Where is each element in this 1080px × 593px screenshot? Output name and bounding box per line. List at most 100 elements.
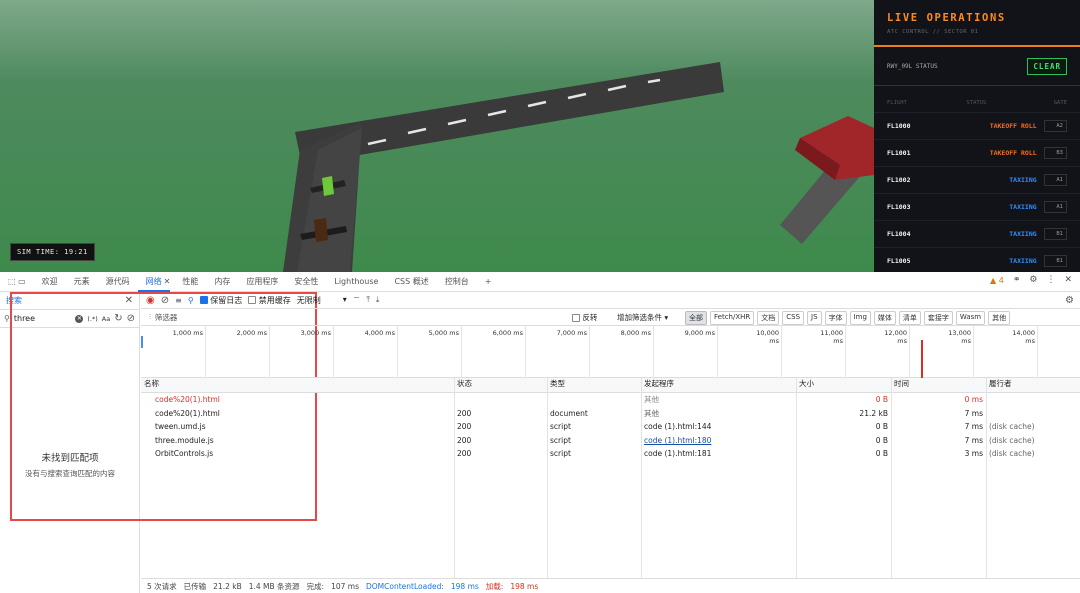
table-row[interactable]: code%20(1).html 200 document 其他 21.2 kB 7 ms xyxy=(141,407,1080,421)
gear-icon[interactable]: ⚙ xyxy=(1029,275,1037,285)
table-row[interactable]: tween.umd.js 200 script code (1).html:144 0 … xyxy=(141,420,1080,434)
cell-name: OrbitControls.js xyxy=(155,449,214,459)
timeline-gridline xyxy=(333,326,334,378)
devtools-tab[interactable]: 内存 xyxy=(206,276,238,287)
search-network-icon[interactable]: ⚲ xyxy=(188,296,194,305)
preserve-log-label: 保留日志 xyxy=(210,295,243,305)
device-toggle-icon[interactable]: ⬚ ▭ xyxy=(0,277,34,286)
col-initiator[interactable]: 发起程序 xyxy=(641,378,796,392)
ops-column-header: FLIGHT STATUS GATE xyxy=(874,86,1080,112)
col-gate: GATE xyxy=(1053,100,1067,106)
col-status[interactable]: 状态 xyxy=(454,378,547,392)
devtools-tab[interactable]: 安全性 xyxy=(286,276,326,287)
filter-chip[interactable]: 全部 xyxy=(685,311,707,325)
filter-chip[interactable]: CSS xyxy=(782,311,805,325)
col-fulfilled-by[interactable]: 履行者 xyxy=(986,378,1080,392)
filter-chip[interactable]: 套接字 xyxy=(923,311,953,325)
case-toggle[interactable]: Aa xyxy=(102,315,110,323)
export-icon[interactable]: ⤓ xyxy=(376,295,380,305)
devtools-tab[interactable]: 欢迎 xyxy=(34,276,66,287)
cell-type: script xyxy=(550,422,571,432)
live-operations-panel: LIVE OPERATIONS ATC CONTROL // SECTOR 01… xyxy=(874,0,1080,272)
close-tab-icon[interactable]: ✕ xyxy=(164,277,171,286)
flight-row[interactable]: FL1002 TAXIING A1 xyxy=(874,166,1080,193)
timeline-tick-label: 6,000 ms xyxy=(492,329,523,337)
empty-title: 未找到匹配项 xyxy=(41,453,99,464)
network-settings-icon[interactable]: ⚙ xyxy=(1065,295,1074,306)
disable-cache-checkbox[interactable]: 禁用缓存 xyxy=(248,295,291,306)
throttle-select[interactable]: 无限制 ▾ xyxy=(297,295,347,306)
add-tab-icon[interactable]: + xyxy=(477,277,500,286)
devtools-tab[interactable]: 控制台 xyxy=(437,276,477,287)
timeline-tick-label: 5,000 ms xyxy=(428,329,459,337)
devtools-tab[interactable]: 性能 xyxy=(174,276,206,287)
filter-chip[interactable]: 媒体 xyxy=(873,311,896,325)
flight-row[interactable]: FL1001 TAKEOFF ROLL B3 xyxy=(874,139,1080,166)
close-search-icon[interactable]: ✕ xyxy=(125,295,133,306)
request-table-body: code%20(1).html 其他 0 B 0 ms code%20(1).html 2… xyxy=(141,393,1080,461)
wifi-icon[interactable]: ⌔ xyxy=(353,295,361,305)
cell-time: 7 ms xyxy=(964,408,983,418)
filter-input[interactable]: 筛选器 xyxy=(155,312,178,323)
filter-chip[interactable]: Wasm xyxy=(955,311,986,325)
filter-icon[interactable]: ≡ xyxy=(175,296,182,305)
import-icon[interactable]: ⤒ xyxy=(366,295,370,305)
timeline-tick-label: 7,000 ms xyxy=(556,329,587,337)
refresh-icon[interactable]: ↻ xyxy=(114,313,122,324)
preserve-log-checkbox[interactable]: 保留日志 xyxy=(199,295,243,306)
timeline-overview[interactable]: 1,000 ms 2,000 ms 3,000 ms 4,000 ms 5,000 ms… xyxy=(141,326,1080,378)
cell-size: 0 B xyxy=(875,435,888,445)
flight-id: FL1004 xyxy=(887,230,911,238)
dcl-label: DOMContentLoaded: xyxy=(366,581,444,591)
filter-chip[interactable]: 文档 xyxy=(757,311,780,325)
timeline-gridline xyxy=(1037,326,1038,378)
throttle-value: 无限制 xyxy=(296,295,321,305)
filter-chip[interactable]: 其他 xyxy=(988,311,1011,325)
request-table-header: 名称 状态 类型 发起程序 大小 时间 履行者 xyxy=(141,378,1080,393)
cell-status: 200 xyxy=(457,422,472,432)
filter-chip[interactable]: JS xyxy=(807,311,822,325)
close-devtools-icon[interactable]: ✕ xyxy=(1064,275,1072,285)
devtools-tab[interactable]: CSS 概述 xyxy=(386,276,436,287)
cell-type: script xyxy=(550,435,571,445)
search-input[interactable]: three xyxy=(14,314,72,323)
filter-chip[interactable]: 字体 xyxy=(824,311,847,325)
table-row[interactable]: code%20(1).html 其他 0 B 0 ms xyxy=(141,393,1080,407)
flight-row[interactable]: FL1005 TAXIING B1 xyxy=(874,247,1080,274)
timeline-gridline xyxy=(717,326,718,378)
col-time[interactable]: 时间 xyxy=(891,378,986,392)
clear-search-icon[interactable]: ✕ xyxy=(75,314,84,323)
ops-title: LIVE OPERATIONS xyxy=(887,12,1006,24)
table-row[interactable]: three.module.js 200 script code (1).html:18… xyxy=(141,434,1080,448)
filter-chip[interactable]: 清单 xyxy=(898,311,921,325)
flight-id: FL1001 xyxy=(887,149,911,157)
col-type[interactable]: 类型 xyxy=(547,378,641,392)
flight-row[interactable]: FL1000 TAKEOFF ROLL A2 xyxy=(874,112,1080,139)
regex-toggle[interactable]: (.*) xyxy=(87,315,97,323)
flight-row[interactable]: FL1003 TAXIING A1 xyxy=(874,193,1080,220)
cell-status: 200 xyxy=(457,435,472,445)
filter-chip[interactable]: Fetch/XHR xyxy=(710,311,755,325)
devtools-tab[interactable]: 元素 xyxy=(66,276,98,287)
col-name[interactable]: 名称 xyxy=(141,378,454,392)
devtools-tab[interactable]: 源代码 xyxy=(98,276,138,287)
link-icon[interactable]: ⚭ xyxy=(1013,275,1021,285)
load-marker xyxy=(921,340,923,378)
invert-checkbox[interactable]: 反转 xyxy=(572,312,597,323)
more-menu-icon[interactable]: ⋮ xyxy=(1046,275,1055,285)
empty-description: 没有与搜索查询匹配的内容 xyxy=(25,469,115,478)
more-filters-dropdown[interactable]: 增加筛选条件 ▾ xyxy=(617,312,668,323)
clear-icon[interactable]: ⊘ xyxy=(127,313,135,324)
flight-row[interactable]: FL1004 TAXIING B1 xyxy=(874,220,1080,247)
devtools-tab[interactable]: Lighthouse xyxy=(326,277,386,286)
col-size[interactable]: 大小 xyxy=(796,378,891,392)
clear-button[interactable]: CLEAR xyxy=(1027,57,1067,75)
filter-chip[interactable]: Img xyxy=(849,311,871,325)
devtools-tab[interactable]: 应用程序 xyxy=(238,276,286,287)
flight-status: TAXIING xyxy=(1009,203,1037,211)
cell-initiator: code (1).html:180 xyxy=(644,435,712,445)
warning-icon[interactable]: ▲ 4 xyxy=(990,276,1004,285)
clear-log-icon[interactable]: ⊘ xyxy=(161,295,169,306)
table-row[interactable]: OrbitControls.js 200 script code (1).html:1… xyxy=(141,447,1080,461)
record-icon[interactable]: ◉ xyxy=(146,295,155,306)
